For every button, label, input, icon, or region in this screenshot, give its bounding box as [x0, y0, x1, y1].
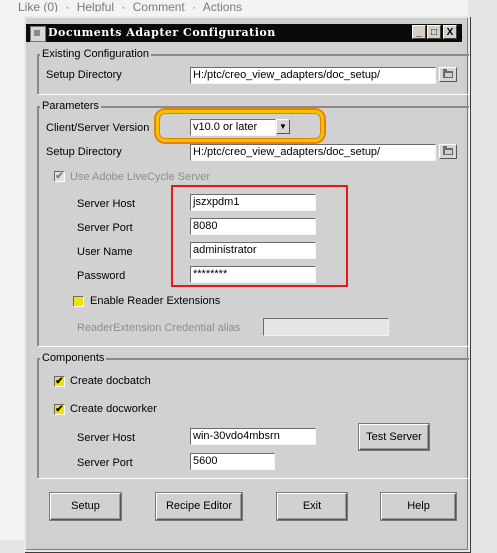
- like-link[interactable]: Like (0): [18, 0, 58, 12]
- recipe-editor-button[interactable]: Recipe Editor: [156, 493, 242, 520]
- version-highlight-outline: [156, 110, 324, 142]
- create-docworker-label: Create docworker: [70, 403, 157, 415]
- background-link-bar: Like (0) · Helpful · Comment · Actions: [18, 0, 246, 12]
- enable-reader-extensions-label: Enable Reader Extensions: [90, 295, 221, 307]
- helpful-link[interactable]: Helpful: [77, 0, 114, 12]
- separator: ·: [65, 0, 70, 12]
- folder-icon: [443, 146, 453, 155]
- help-button[interactable]: Help: [381, 493, 456, 520]
- existing-setup-directory-field[interactable]: H:/ptc/creo_view_adapters/doc_setup/: [190, 67, 436, 84]
- folder-icon: [443, 69, 453, 78]
- parameters-setup-directory-field[interactable]: H:/ptc/creo_view_adapters/doc_setup/: [190, 144, 436, 161]
- components-legend: Components: [40, 352, 107, 364]
- actions-link[interactable]: Actions: [203, 0, 242, 12]
- create-docbatch-checkbox[interactable]: ✔: [54, 376, 65, 387]
- client-server-version-label: Client/Server Version: [46, 122, 150, 134]
- existing-browse-button[interactable]: [439, 67, 457, 82]
- use-livecycle-label: Use Adobe LiveCycle Server: [70, 171, 211, 183]
- separator: ·: [192, 0, 197, 12]
- setup-button[interactable]: Setup: [50, 493, 121, 520]
- parameters-setup-directory-label: Setup Directory: [46, 146, 122, 158]
- exit-button[interactable]: Exit: [277, 493, 347, 520]
- comment-link[interactable]: Comment: [133, 0, 185, 12]
- separator: ·: [121, 0, 126, 12]
- reader-extension-alias-label: ReaderExtension Credential alias: [77, 322, 241, 334]
- minimize-button[interactable]: _: [412, 25, 426, 39]
- test-server-button[interactable]: Test Server: [359, 424, 429, 450]
- credentials-highlight-box: [171, 185, 348, 287]
- server-port-label: Server Port: [77, 222, 133, 234]
- create-docbatch-label: Create docbatch: [70, 375, 151, 387]
- window-title: Documents Adapter Configuration: [48, 26, 276, 39]
- component-server-port-field[interactable]: 5600: [190, 453, 275, 470]
- user-name-label: User Name: [77, 246, 133, 258]
- close-button[interactable]: X: [443, 25, 457, 39]
- component-server-port-label: Server Port: [77, 457, 133, 469]
- component-server-host-label: Server Host: [77, 432, 136, 444]
- password-label: Password: [77, 270, 126, 282]
- parameters-browse-button[interactable]: [439, 144, 457, 159]
- component-server-host-field[interactable]: win-30vdo4mbsrn: [190, 428, 316, 445]
- parameters-legend: Parameters: [40, 100, 101, 112]
- existing-configuration-legend: Existing Configuration: [40, 48, 152, 60]
- use-livecycle-checkbox[interactable]: ✔: [54, 171, 65, 182]
- maximize-button[interactable]: □: [427, 25, 441, 39]
- create-docworker-checkbox[interactable]: ✔: [54, 404, 65, 415]
- reader-extension-alias-field[interactable]: [263, 318, 389, 336]
- background-right-strip: [468, 0, 497, 553]
- existing-setup-directory-label: Setup Directory: [46, 69, 122, 81]
- app-icon: [30, 26, 46, 42]
- enable-reader-extensions-checkbox[interactable]: [73, 296, 84, 307]
- server-host-label: Server Host: [77, 198, 136, 210]
